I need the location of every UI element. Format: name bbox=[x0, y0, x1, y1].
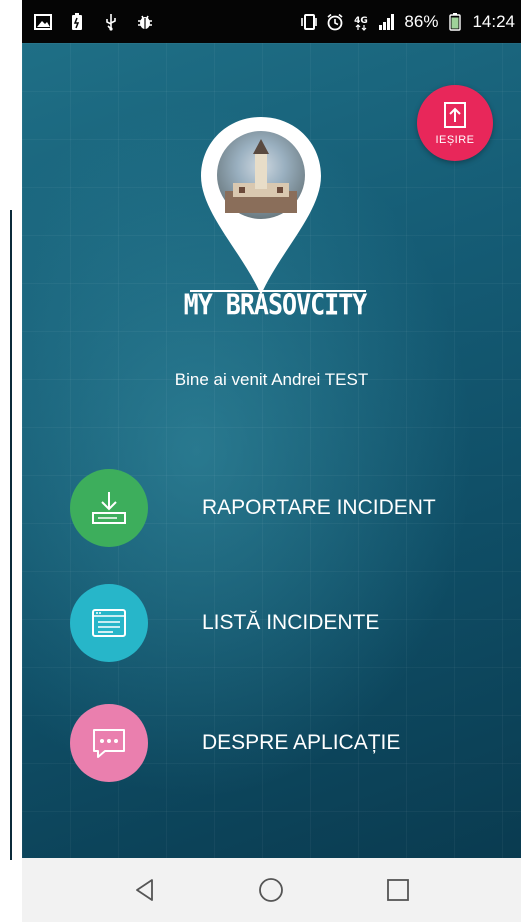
recents-button[interactable] bbox=[378, 870, 418, 910]
app-logo-text: MY BRASOVCITY bbox=[183, 288, 368, 322]
incident-list-button[interactable] bbox=[70, 584, 148, 662]
menu-label-report-incident: RAPORTARE INCIDENT bbox=[202, 496, 436, 519]
battery-icon bbox=[449, 12, 462, 31]
app-screen: IEȘIRE MY BRASOVCITY Bine ai venit Andre… bbox=[22, 43, 521, 858]
exit-upload-icon bbox=[444, 102, 466, 128]
exit-label: IEȘIRE bbox=[435, 134, 475, 146]
signal-icon bbox=[379, 13, 395, 30]
bug-icon bbox=[138, 15, 152, 29]
exit-button[interactable]: IEȘIRE bbox=[417, 85, 493, 161]
list-window-icon bbox=[92, 609, 126, 637]
report-incident-button[interactable] bbox=[70, 469, 148, 547]
svg-text:4G: 4G bbox=[355, 16, 369, 26]
network-4g-icon: 4G bbox=[355, 16, 369, 31]
status-bar: 4G 86% 14:24 bbox=[22, 0, 521, 43]
menu-item-about-app[interactable]: DESPRE APLICAȚIE bbox=[70, 703, 500, 783]
recents-icon bbox=[386, 879, 409, 901]
home-icon bbox=[259, 878, 284, 902]
download-icon bbox=[92, 492, 126, 524]
back-button[interactable] bbox=[125, 870, 165, 910]
menu-item-incident-list[interactable]: LISTĂ INCIDENTE bbox=[70, 583, 500, 663]
menu-label-incident-list: LISTĂ INCIDENTE bbox=[202, 611, 380, 634]
vibrate-icon bbox=[301, 13, 318, 30]
chat-bubble-icon bbox=[93, 729, 125, 758]
image-icon bbox=[34, 13, 52, 30]
battery-percentage: 86% bbox=[404, 11, 439, 31]
back-icon bbox=[136, 879, 154, 901]
location-pin-logo bbox=[201, 117, 321, 295]
home-button[interactable] bbox=[251, 870, 291, 910]
left-margin bbox=[0, 0, 22, 922]
battery-saver-icon bbox=[72, 12, 82, 30]
alarm-icon bbox=[327, 13, 343, 30]
menu-item-report-incident[interactable]: RAPORTARE INCIDENT bbox=[70, 468, 500, 548]
menu-label-about-app: DESPRE APLICAȚIE bbox=[202, 731, 401, 754]
left-divider-line bbox=[10, 210, 12, 860]
clock: 14:24 bbox=[472, 11, 515, 31]
usb-icon bbox=[106, 13, 116, 31]
welcome-text: Bine ai venit Andrei TEST bbox=[174, 370, 369, 389]
navigation-bar bbox=[22, 858, 521, 922]
about-app-button[interactable] bbox=[70, 704, 148, 782]
